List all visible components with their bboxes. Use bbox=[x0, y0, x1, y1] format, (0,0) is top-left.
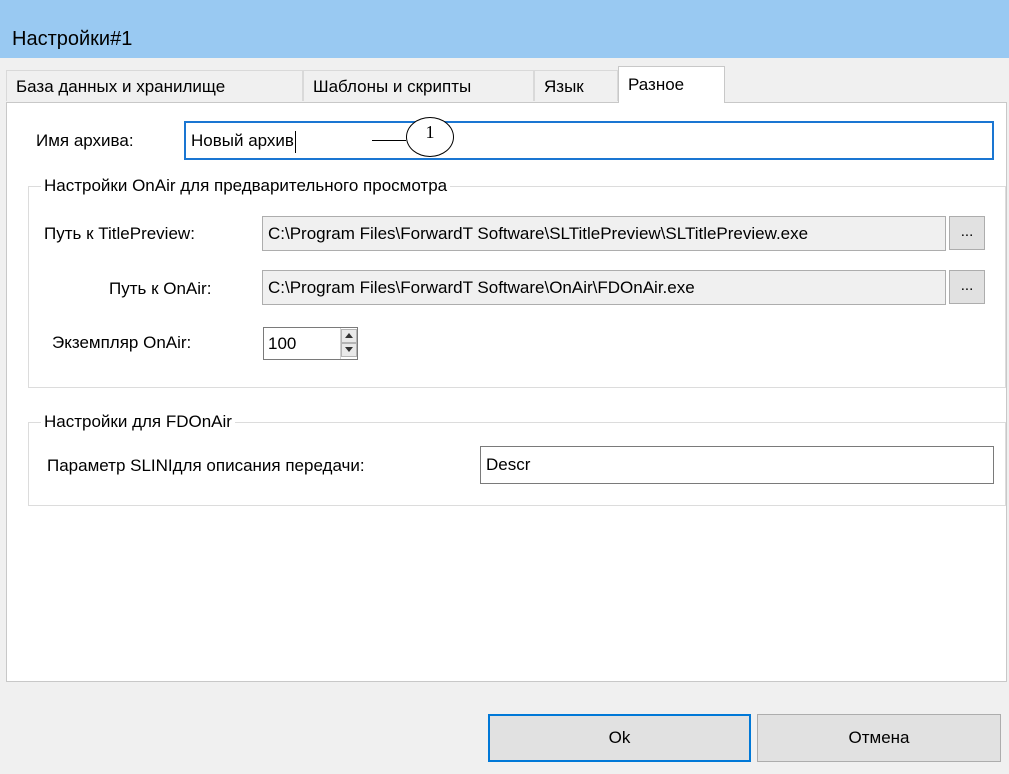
tab-language[interactable]: Язык bbox=[534, 70, 618, 101]
onair-preview-group-title: Настройки OnAir для предварительного про… bbox=[41, 176, 451, 196]
callout-leader-line bbox=[372, 140, 406, 141]
onair-path-field[interactable]: C:\Program Files\ForwardT Software\OnAir… bbox=[262, 270, 946, 305]
callout-marker: 1 bbox=[406, 117, 454, 157]
title-preview-path-field[interactable]: C:\Program Files\ForwardT Software\SLTit… bbox=[262, 216, 946, 251]
slini-param-value: Descr bbox=[486, 455, 531, 474]
slini-param-label: Параметр SLINIдля описания передачи: bbox=[47, 456, 365, 475]
onair-path-label: Путь к OnAir: bbox=[109, 279, 212, 298]
archive-name-label: Имя архива: bbox=[36, 131, 134, 150]
window-titlebar bbox=[0, 0, 1009, 58]
slini-param-input[interactable]: Descr bbox=[480, 446, 994, 484]
spin-up-button[interactable] bbox=[341, 329, 357, 343]
window-title: Настройки#1 bbox=[12, 28, 133, 50]
browse-onair-button[interactable]: ... bbox=[949, 270, 985, 304]
browse-title-preview-button[interactable]: ... bbox=[949, 216, 985, 250]
tab-database-storage[interactable]: База данных и хранилище bbox=[6, 70, 303, 101]
ok-button[interactable]: Ok bbox=[488, 714, 751, 762]
archive-name-value: Новый архив bbox=[191, 131, 294, 150]
tab-templates-scripts[interactable]: Шаблоны и скрипты bbox=[303, 70, 534, 101]
tab-misc[interactable]: Разное bbox=[618, 66, 725, 103]
onair-path-value: C:\Program Files\ForwardT Software\OnAir… bbox=[268, 278, 695, 297]
fdonair-group-title: Настройки для FDOnAir bbox=[41, 412, 235, 432]
title-preview-path-label: Путь к TitlePreview: bbox=[44, 224, 195, 243]
onair-instance-label: Экземпляр OnAir: bbox=[52, 333, 192, 352]
title-preview-path-value: C:\Program Files\ForwardT Software\SLTit… bbox=[268, 224, 809, 243]
onair-instance-value: 100 bbox=[268, 334, 297, 353]
spin-down-button[interactable] bbox=[341, 343, 357, 357]
onair-instance-spin bbox=[340, 328, 357, 359]
arrow-down-icon bbox=[345, 347, 353, 352]
arrow-up-icon bbox=[345, 333, 353, 338]
cancel-button[interactable]: Отмена bbox=[757, 714, 1001, 762]
text-caret bbox=[294, 130, 296, 153]
archive-name-input[interactable]: Новый архив bbox=[184, 121, 994, 160]
